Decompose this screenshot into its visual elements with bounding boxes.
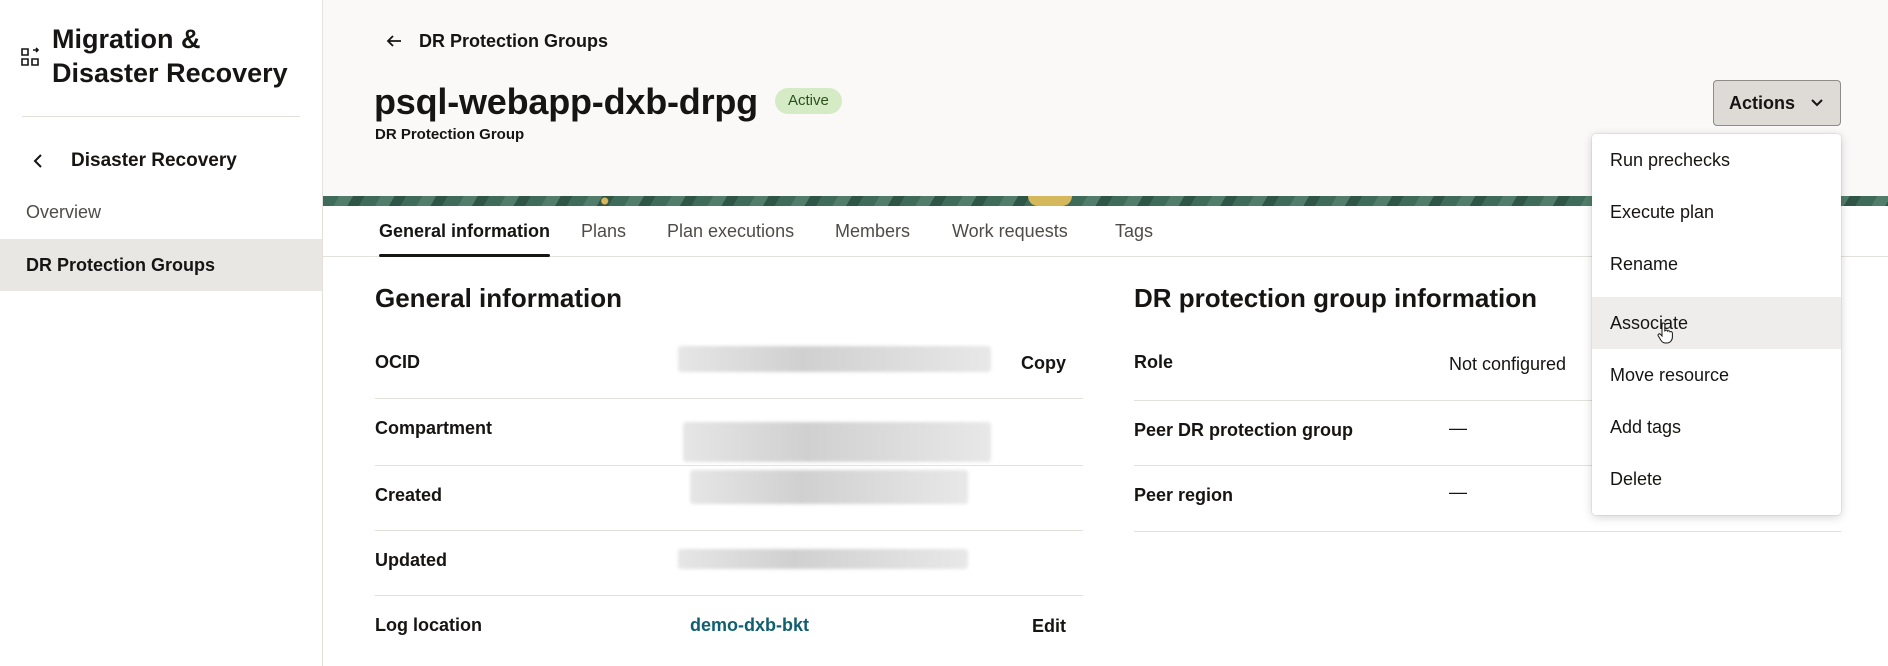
page-subtitle: DR Protection Group xyxy=(375,126,525,143)
menu-item-associate[interactable]: Associate xyxy=(1592,297,1841,349)
created-label: Created xyxy=(375,485,443,505)
tab-plans[interactable]: Plans xyxy=(581,206,626,256)
menu-item-delete[interactable]: Delete xyxy=(1592,453,1841,505)
sidebar-divider xyxy=(22,116,300,117)
row-divider xyxy=(375,398,1083,399)
menu-item-execute-plan[interactable]: Execute plan xyxy=(1592,186,1841,238)
log-location-label: Log location xyxy=(375,615,482,635)
actions-menu: Run prechecks Execute plan Rename Associ… xyxy=(1592,134,1841,515)
page-title: psql-webapp-dxb-drpg xyxy=(374,81,758,122)
updated-label: Updated xyxy=(375,550,447,570)
edit-log-location-button[interactable]: Edit xyxy=(1032,616,1066,637)
breadcrumb[interactable]: DR Protection Groups xyxy=(383,28,608,54)
row-divider xyxy=(375,465,1083,466)
menu-item-add-tags[interactable]: Add tags xyxy=(1592,401,1841,453)
hand-cursor-icon xyxy=(1657,322,1673,344)
status-badge: Active xyxy=(775,88,842,114)
row-divider xyxy=(375,595,1083,596)
row-divider xyxy=(375,530,1083,531)
peer-dr-protection-group-label: Peer DR protection group xyxy=(1134,420,1354,440)
compartment-label: Compartment xyxy=(375,418,493,438)
menu-item-move-resource[interactable]: Move resource xyxy=(1592,349,1841,401)
row-divider xyxy=(1134,531,1841,532)
chevron-left-icon xyxy=(33,154,42,168)
sidebar-item-dr-protection-groups[interactable]: DR Protection Groups xyxy=(0,239,322,291)
breadcrumb-label: DR Protection Groups xyxy=(419,30,609,51)
compartment-value-redacted xyxy=(683,422,991,462)
role-label: Role xyxy=(1134,352,1174,372)
arrow-left-icon xyxy=(386,35,401,47)
menu-item-rename[interactable]: Rename xyxy=(1592,238,1841,290)
created-value-redacted xyxy=(690,470,968,504)
dr-info-title: DR protection group information xyxy=(1134,283,1537,313)
updated-value-redacted xyxy=(678,549,968,569)
peer-dr-protection-group-value: — xyxy=(1449,418,1467,438)
chevron-down-icon xyxy=(1811,99,1823,107)
sidebar: Migration & Disaster Recovery Disaster R… xyxy=(0,0,323,666)
log-location-link[interactable]: demo-dxb-bkt xyxy=(690,615,809,636)
tab-general-information[interactable]: General information xyxy=(379,206,551,257)
menu-item-run-prechecks[interactable]: Run prechecks xyxy=(1592,134,1841,186)
back-label: Disaster Recovery xyxy=(71,150,237,171)
peer-region-value: — xyxy=(1449,482,1467,502)
app-title: Migration & Disaster Recovery xyxy=(52,24,288,88)
actions-button[interactable]: Actions xyxy=(1713,80,1841,126)
migration-icon xyxy=(21,47,40,66)
sidebar-item-overview[interactable]: Overview xyxy=(0,186,322,238)
tab-tags[interactable]: Tags xyxy=(1115,206,1153,256)
tab-members[interactable]: Members xyxy=(835,206,910,256)
actions-label: Actions xyxy=(1728,92,1795,113)
tab-work-requests[interactable]: Work requests xyxy=(952,206,1068,256)
peer-region-label: Peer region xyxy=(1134,485,1234,505)
role-value: Not configured xyxy=(1449,354,1567,374)
tab-plan-executions[interactable]: Plan executions xyxy=(667,206,794,256)
general-information-title: General information xyxy=(375,283,623,313)
copy-ocid-button[interactable]: Copy xyxy=(1021,353,1066,374)
ocid-label: OCID xyxy=(375,352,420,372)
back-to-disaster-recovery[interactable]: Disaster Recovery xyxy=(26,148,237,174)
ocid-value-redacted xyxy=(678,346,991,372)
